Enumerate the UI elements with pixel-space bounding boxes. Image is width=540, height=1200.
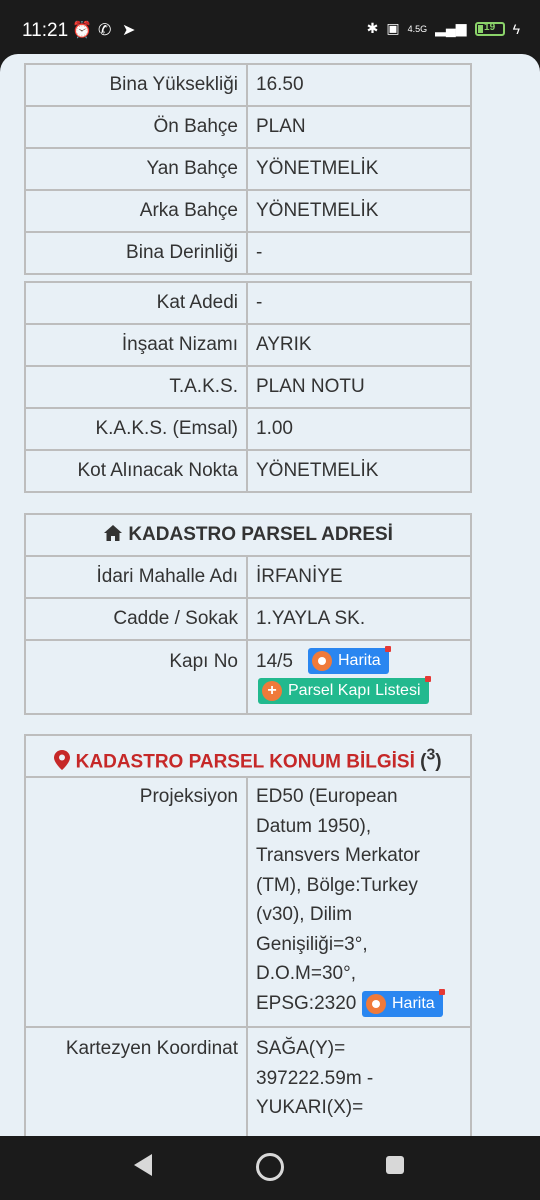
text-line: Transvers Merkator xyxy=(256,845,420,866)
row-value: YÖNETMELİK xyxy=(256,158,379,179)
section-title: KADASTRO PARSEL KONUM BİLGİSİ xyxy=(75,751,415,773)
epsg-code: EPSG:2320 xyxy=(256,992,357,1014)
map-button-label: Harita xyxy=(392,994,435,1012)
text-line: YUKARI(X)= xyxy=(256,1097,364,1118)
charging-icon: ϟ xyxy=(512,20,520,37)
telegram-icon: ➤ xyxy=(122,22,136,39)
sim-icon: ▣ xyxy=(386,20,400,36)
row-label: Ön Bahçe xyxy=(26,107,248,147)
row-label: Bina Derinliği xyxy=(26,233,248,273)
text-line: EPSG:2320 Harita xyxy=(256,988,470,1019)
table-row: Yan Bahçe YÖNETMELİK xyxy=(26,147,470,189)
alarm-icon: ⏰ xyxy=(72,22,92,39)
plus-icon: + xyxy=(262,681,282,701)
table-row: Kartezyen Koordinat SAĞA(Y)= 397222.59m … xyxy=(26,1026,470,1136)
row-value: YÖNETMELİK xyxy=(256,460,379,481)
home-button[interactable] xyxy=(256,1153,284,1181)
construction-rules-table: Kat Adedi - İnşaat Nizamı AYRIK T.A.K.S.… xyxy=(24,281,472,493)
signal-icon: ▂▄▆ xyxy=(435,20,467,36)
bluetooth-icon: ✱ xyxy=(366,20,379,36)
battery-icon: 19 xyxy=(474,21,505,36)
map-button[interactable]: Harita xyxy=(308,646,391,674)
parcel-door-list-label: Parsel Kapı Listesi xyxy=(288,682,421,699)
building-setbacks-table: Bina Yüksekliği 16.50 Ön Bahçe PLAN Yan … xyxy=(24,63,472,275)
table-row: Ön Bahçe PLAN xyxy=(26,105,470,147)
row-label: İdari Mahalle Adı xyxy=(26,557,248,597)
home-circle-icon xyxy=(256,1153,284,1181)
section-title: KADASTRO PARSEL ADRESİ xyxy=(128,524,393,545)
row-value: AYRIK xyxy=(256,334,312,355)
row-value: 1.YAYLA SK. xyxy=(256,608,366,629)
location-pin-icon xyxy=(54,750,75,772)
row-value: - xyxy=(256,242,263,263)
battery-level: 19 xyxy=(484,21,496,33)
map-button-label: Harita xyxy=(338,652,381,669)
row-label: Bina Yüksekliği xyxy=(26,65,248,105)
network-type: 4.5G xyxy=(407,23,428,34)
table-row: Arka Bahçe YÖNETMELİK xyxy=(26,189,470,231)
row-label: Cadde / Sokak xyxy=(26,599,248,639)
text-line: Genişiliği=3°, xyxy=(256,933,368,955)
row-label: T.A.K.S. xyxy=(26,367,248,407)
page-content[interactable]: Bina Yüksekliği 16.50 Ön Bahçe PLAN Yan … xyxy=(0,54,540,1136)
home-icon xyxy=(103,524,128,545)
row-label: Kapı No xyxy=(26,641,248,713)
row-value: 1.00 xyxy=(256,418,293,439)
row-value: 16.50 xyxy=(256,74,304,95)
parcel-location-table: KADASTRO PARSEL KONUM BİLGİSİ (3) Projek… xyxy=(24,734,472,1136)
text-line: SAĞA(Y)= xyxy=(256,1038,346,1059)
row-label: İnşaat Nizamı xyxy=(26,325,248,365)
row-value-cell: 14/5 Harita + Parsel Kapı Listesi xyxy=(248,641,470,713)
row-label: K.A.K.S. (Emsal) xyxy=(26,409,248,449)
table-row: Kat Adedi - xyxy=(26,283,470,323)
back-button[interactable] xyxy=(134,1154,152,1176)
back-icon xyxy=(134,1154,152,1176)
section-title-sup: 3 xyxy=(426,747,436,764)
text-line: (v30), Dilim xyxy=(256,904,353,925)
table-row: Projeksiyon ED50 (European Datum 1950), … xyxy=(26,778,470,1026)
table-row: Bina Derinliği - xyxy=(26,231,470,273)
row-value: İRFANİYE xyxy=(256,566,343,587)
row-value: YÖNETMELİK xyxy=(256,200,379,221)
table-row: Kapı No 14/5 Harita + Parsel Kapı Listes… xyxy=(26,639,470,713)
table-row: İdari Mahalle Adı İRFANİYE xyxy=(26,557,470,597)
section-header: KADASTRO PARSEL ADRESİ xyxy=(26,515,470,557)
row-value: PLAN xyxy=(256,116,306,137)
row-label: Arka Bahçe xyxy=(26,191,248,231)
row-label: Kat Adedi xyxy=(26,283,248,323)
text-line: (TM), Bölge:Turkey xyxy=(256,874,418,896)
row-label: Projeksiyon xyxy=(26,778,248,1026)
text-line: Datum 1950), xyxy=(256,815,372,837)
navigation-bar xyxy=(0,1136,540,1200)
map-pin-icon xyxy=(366,993,386,1014)
table-row: İnşaat Nizamı AYRIK xyxy=(26,323,470,365)
map-button[interactable]: Harita xyxy=(362,988,445,1017)
table-row: Kot Alınacak Nokta YÖNETMELİK xyxy=(26,449,470,491)
row-value: - xyxy=(256,292,263,313)
whatsapp-icon: ✆ xyxy=(98,22,112,39)
row-value: SAĞA(Y)= 397222.59m - YUKARI(X)= xyxy=(248,1028,470,1136)
table-row: T.A.K.S. PLAN NOTU xyxy=(26,365,470,407)
row-value: PLAN NOTU xyxy=(256,376,365,397)
text-line: ED50 (European xyxy=(256,786,398,807)
row-value: 14/5 xyxy=(256,651,293,672)
section-header: KADASTRO PARSEL KONUM BİLGİSİ (3) xyxy=(26,736,470,778)
parcel-door-list-button[interactable]: + Parsel Kapı Listesi xyxy=(258,676,431,704)
row-label: Kartezyen Koordinat xyxy=(26,1028,248,1136)
status-bar: 11:21 ⏰ ✆ ➤ ✱ ▣ 4.5G ▂▄▆ 19 ϟ xyxy=(0,0,540,56)
map-pin-icon xyxy=(312,651,332,671)
table-row: Cadde / Sokak 1.YAYLA SK. xyxy=(26,597,470,639)
table-row: K.A.K.S. (Emsal) 1.00 xyxy=(26,407,470,449)
text-line: D.O.M=30°, xyxy=(256,963,356,984)
text-line: 397222.59m - xyxy=(256,1067,374,1089)
row-label: Kot Alınacak Nokta xyxy=(26,451,248,491)
row-value: ED50 (European Datum 1950), Transvers Me… xyxy=(248,778,470,1026)
recents-icon xyxy=(386,1156,404,1174)
parcel-address-table: KADASTRO PARSEL ADRESİ İdari Mahalle Adı… xyxy=(24,513,472,715)
recents-button[interactable] xyxy=(386,1156,404,1174)
table-row: Bina Yüksekliği 16.50 xyxy=(26,65,470,105)
row-label: Yan Bahçe xyxy=(26,149,248,189)
clock: 11:21 xyxy=(22,20,69,41)
status-right: ✱ ▣ 4.5G ▂▄▆ 19 ϟ xyxy=(367,20,520,37)
